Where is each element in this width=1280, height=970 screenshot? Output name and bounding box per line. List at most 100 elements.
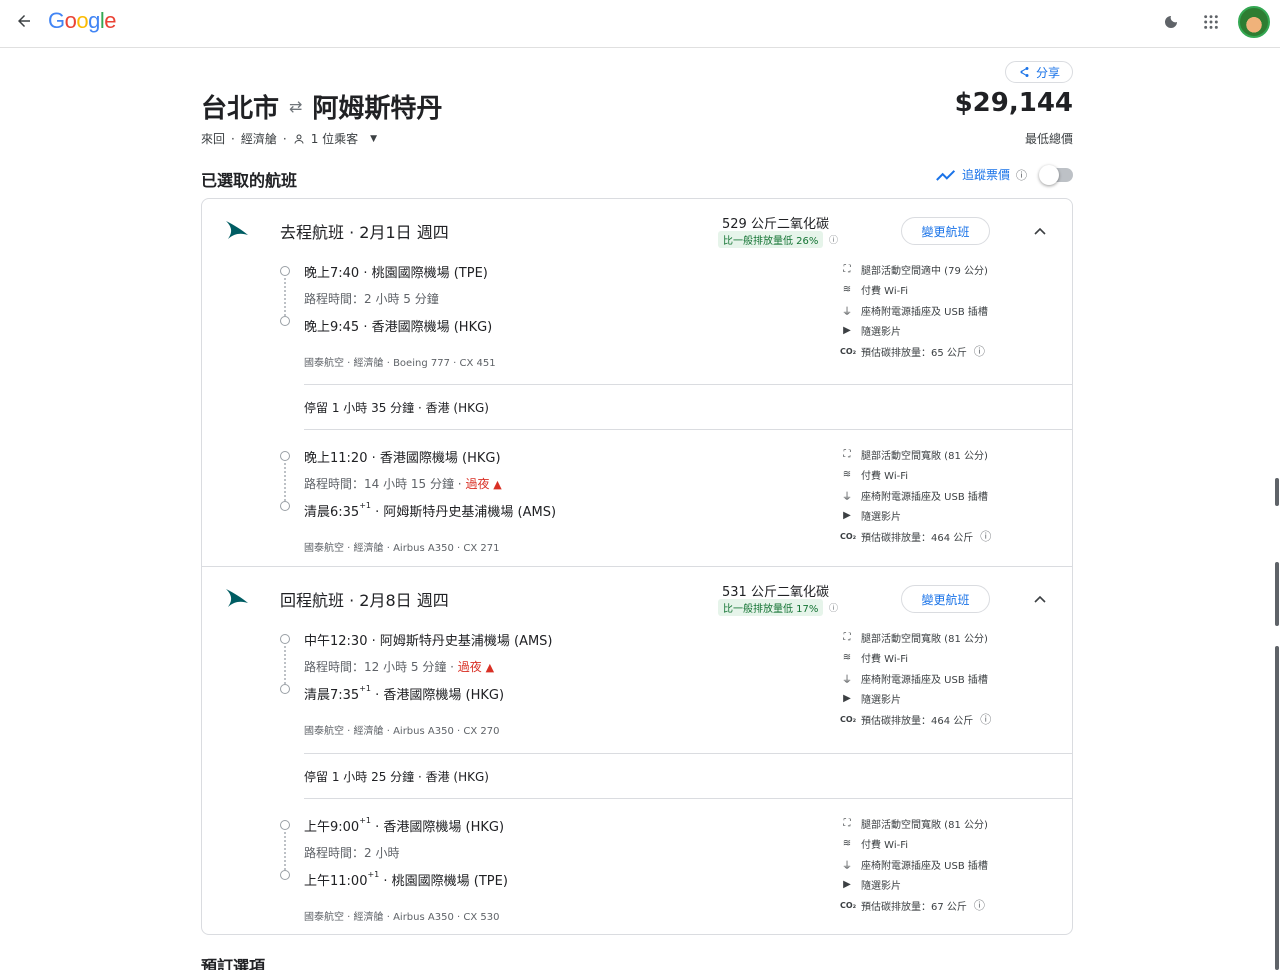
amenities-list: ⛶ 腿部活動空間寬敞 (81 公分) ≋ 付費 Wi-Fi ⏚ 座椅附電源插座及 US… (840, 444, 991, 547)
video-icon: ▶ (843, 510, 851, 522)
timeline-dot (280, 266, 290, 276)
travel-time: 路程時間：14 小時 15 分鐘 · 過夜 ▲ (304, 475, 502, 492)
avatar[interactable] (1238, 6, 1270, 38)
timeline-dot (280, 634, 290, 644)
round-trip-arrows-icon: ⇄ (289, 97, 303, 116)
amenity-legroom: 腿部活動空間寬敞 (81 公分) (861, 450, 988, 462)
co2-badge: 比一般排放量低 26% (718, 231, 824, 248)
flight-details: 國泰航空 · 經濟艙 · Airbus A350 · CX 270 (304, 726, 500, 737)
next-day-marker: +1 (367, 870, 380, 879)
warning-icon: ▲ (485, 661, 495, 674)
arrival-clock: 清晨7:35 (304, 688, 360, 703)
collapse-chevron-icon[interactable] (1030, 223, 1050, 239)
price-tracking: 追蹤票價 ⓘ (936, 164, 1073, 185)
arrival-time: 清晨6:35+1 · 阿姆斯特丹史基浦機場 (AMS) (304, 501, 556, 520)
flight-details: 國泰航空 · 經濟艙 · Boeing 777 · CX 451 (304, 358, 496, 369)
next-day-marker: +1 (359, 684, 371, 693)
wifi-icon: ≋ (842, 652, 852, 664)
arrival-clock: 上午11:00 (304, 874, 368, 889)
amenity-legroom: 腿部活動空間適中 (79 公分) (861, 265, 988, 277)
departure-time: 上午9:00+1 · 香港國際機場 (HKG) (304, 816, 504, 835)
amenity-wifi: 付費 Wi-Fi (861, 654, 909, 666)
passenger-selector[interactable]: 1 位乘客 ▼ (293, 130, 377, 147)
amenity-video: 隨選影片 (861, 512, 901, 524)
travel-time: 路程時間：12 小時 5 分鐘 · 過夜 ▲ (304, 658, 494, 675)
info-icon[interactable]: ⓘ (974, 897, 985, 913)
timeline-dot (280, 820, 290, 830)
selected-flights-card: 去程航班 · 2月1日 週四 529 公斤二氧化碳 比一般排放量低 26% ⓘ … (201, 198, 1073, 935)
duration-text: 路程時間：12 小時 5 分鐘 · (304, 660, 458, 674)
scrollbar-thumb[interactable] (1275, 478, 1279, 506)
co2-emissions: 529 公斤二氧化碳 (722, 217, 829, 232)
collapse-chevron-icon[interactable] (1030, 591, 1050, 607)
info-icon[interactable]: ⓘ (829, 233, 838, 246)
amenity-co2: 預估碳排放量：65 公斤 (861, 347, 967, 359)
amenity-power: 座椅附電源插座及 USB 插槽 (861, 306, 988, 318)
info-icon[interactable]: ⓘ (980, 711, 991, 727)
co2-icon: CO₂ (840, 900, 857, 910)
next-day-marker: +1 (359, 816, 371, 825)
video-icon: ▶ (843, 879, 851, 891)
amenity-video: 隨選影片 (861, 695, 901, 707)
power-plug-icon: ⏚ (842, 674, 852, 686)
cathay-pacific-logo-icon (226, 589, 248, 607)
timeline-line (284, 278, 286, 316)
arrival-airport: · 桃園國際機場 (TPE) (379, 874, 508, 889)
arrival-airport: · 香港國際機場 (HKG) (371, 688, 505, 703)
booking-options-title: 預訂選項 (201, 957, 266, 970)
leg-title: 回程航班 · 2月8日 週四 (280, 591, 449, 610)
share-button[interactable]: 分享 (1004, 61, 1073, 83)
legroom-icon: ⛶ (843, 263, 851, 275)
amenity-co2: 預估碳排放量：67 公斤 (861, 901, 967, 913)
amenity-power: 座椅附電源插座及 USB 插槽 (861, 674, 988, 686)
dropdown-arrow-icon: ▼ (370, 133, 378, 144)
scrollbar-thumb[interactable] (1275, 646, 1279, 970)
power-plug-icon: ⏚ (842, 491, 852, 503)
info-icon[interactable]: ⓘ (1016, 167, 1027, 183)
amenity-wifi: 付費 Wi-Fi (861, 840, 909, 852)
return-leg-header[interactable]: 回程航班 · 2月8日 週四 531 公斤二氧化碳 比一般排放量低 17% ⓘ … (202, 577, 1072, 617)
departure-time: 晚上11:20 · 香港國際機場 (HKG) (304, 451, 501, 466)
scrollbar-thumb[interactable] (1275, 562, 1279, 626)
change-flight-button[interactable]: 變更航班 (901, 585, 990, 613)
google-logo[interactable]: Google (48, 8, 117, 34)
price-label: 最低總價 (1024, 132, 1073, 146)
legroom-icon: ⛶ (843, 448, 851, 460)
amenities-list: ⛶ 腿部活動空間寬敞 (81 公分) ≋ 付費 Wi-Fi ⏚ 座椅附電源插座及 US… (840, 627, 991, 730)
amenity-wifi: 付費 Wi-Fi (861, 286, 909, 298)
departure-time: 中午12:30 · 阿姆斯特丹史基浦機場 (AMS) (304, 634, 553, 649)
outbound-leg-header[interactable]: 去程航班 · 2月1日 週四 529 公斤二氧化碳 比一般排放量低 26% ⓘ … (202, 209, 1072, 249)
amenity-co2: 預估碳排放量：464 公斤 (861, 715, 974, 727)
info-icon[interactable]: ⓘ (980, 528, 991, 544)
co2-icon: CO₂ (840, 714, 857, 724)
overnight-label: 過夜 (465, 477, 490, 491)
trip-type: 來回 (201, 132, 226, 146)
legroom-icon: ⛶ (843, 631, 851, 643)
dark-mode-icon[interactable] (1158, 9, 1184, 35)
power-plug-icon: ⏚ (842, 860, 852, 872)
co2-badge: 比一般排放量低 17% (718, 599, 824, 616)
departure-time: 晚上7:40 · 桃園國際機場 (TPE) (304, 266, 488, 281)
change-flight-button[interactable]: 變更航班 (901, 217, 990, 245)
departure-clock: 上午9:00 (304, 820, 360, 835)
overnight-label: 過夜 (457, 660, 482, 674)
apps-grid-icon[interactable] (1198, 9, 1224, 35)
amenities-list: ⛶ 腿部活動空間寬敞 (81 公分) ≋ 付費 Wi-Fi ⏚ 座椅附電源插座及 US… (840, 813, 988, 916)
timeline-line (284, 832, 286, 870)
track-price-toggle[interactable] (1039, 164, 1073, 185)
timeline-dot (280, 870, 290, 880)
amenity-co2: 預估碳排放量：464 公斤 (861, 532, 974, 544)
person-icon (294, 134, 304, 144)
back-arrow-icon[interactable] (12, 9, 36, 33)
info-icon[interactable]: ⓘ (829, 601, 838, 614)
amenities-list: ⛶ 腿部活動空間適中 (79 公分) ≋ 付費 Wi-Fi ⏚ 座椅附電源插座及 US… (840, 259, 988, 362)
top-bar: Google (0, 0, 1280, 48)
info-icon[interactable]: ⓘ (974, 343, 985, 359)
destination-city: 阿姆斯特丹 (312, 94, 443, 124)
cathay-pacific-logo-icon (226, 221, 248, 239)
next-day-marker: +1 (359, 501, 371, 510)
amenity-video: 隨選影片 (861, 327, 901, 339)
timeline-line (284, 646, 286, 684)
trending-icon (936, 169, 956, 181)
flight-details: 國泰航空 · 經濟艙 · Airbus A350 · CX 271 (304, 543, 500, 554)
